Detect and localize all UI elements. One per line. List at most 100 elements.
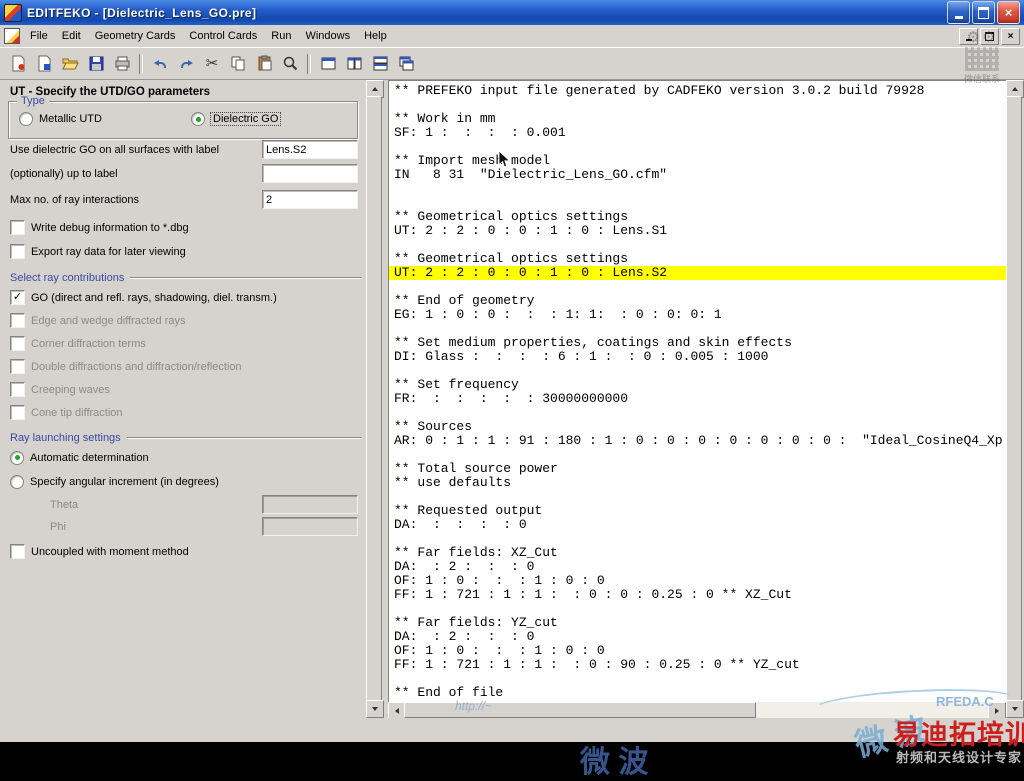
editor-line[interactable] [389, 98, 1007, 112]
menu-geometry-cards[interactable]: Geometry Cards [88, 27, 183, 45]
panel-scrollbar[interactable] [366, 80, 384, 718]
checkbox-icon[interactable] [10, 220, 25, 235]
up-to-input[interactable] [262, 164, 358, 183]
editor-line[interactable] [389, 182, 1007, 196]
editor-line[interactable]: FR: : : : : : 30000000000 [389, 392, 1007, 406]
editor-line[interactable]: DA: : 2 : : : 0 [389, 560, 1007, 574]
editor-line[interactable] [389, 490, 1007, 504]
scrollbar-thumb[interactable] [1006, 96, 1022, 702]
radio-icon[interactable] [10, 474, 24, 489]
pre-file-editor[interactable]: ** PREFEKO input file generated by CADFE… [388, 80, 1007, 706]
save-button[interactable] [84, 52, 108, 76]
editor-line[interactable]: DA: : 2 : : : 0 [389, 630, 1007, 644]
checkbox-icon[interactable] [10, 244, 25, 259]
new-file-button[interactable] [32, 52, 56, 76]
paste-button[interactable] [252, 52, 276, 76]
editor-line[interactable]: ** Geometrical optics settings [389, 252, 1007, 266]
editor-line-highlighted[interactable]: UT: 2 : 2 : 0 : 0 : 1 : 0 : Lens.S2 [389, 266, 1007, 280]
menu-windows[interactable]: Windows [298, 27, 357, 45]
radio-automatic-row[interactable]: Automatic determination [2, 448, 366, 467]
export-checkbox-row[interactable]: Export ray data for later viewing [2, 242, 366, 261]
editor-line[interactable]: DI: Glass : : : : 6 : 1 : : 0 : 0.005 : … [389, 350, 1007, 364]
max-interactions-input[interactable] [262, 190, 358, 209]
editor-line[interactable]: OF: 1 : 0 : : : 1 : 0 : 0 [389, 574, 1007, 588]
radio-metallic-utd[interactable]: Metallic UTD [19, 112, 102, 126]
scroll-down-button[interactable] [1006, 700, 1024, 718]
new-window-button[interactable] [316, 52, 340, 76]
editor-line[interactable]: OF: 1 : 0 : : : 1 : 0 : 0 [389, 644, 1007, 658]
titlebar[interactable]: EDITFEKO - [Dielectric_Lens_GO.pre] × [0, 0, 1024, 25]
tile-horizontal-button[interactable] [368, 52, 392, 76]
surfaces-input[interactable] [262, 140, 358, 159]
tile-vertical-button[interactable] [342, 52, 366, 76]
redo-button[interactable] [174, 52, 198, 76]
editor-line[interactable] [389, 532, 1007, 546]
mdi-minimize-button[interactable] [959, 28, 978, 45]
editor-line[interactable]: AR: 0 : 1 : 1 : 91 : 180 : 1 : 0 : 0 : 0… [389, 434, 1007, 448]
debug-checkbox-row[interactable]: Write debug information to *.dbg [2, 218, 366, 237]
editor-horizontal-scrollbar[interactable] [388, 702, 1006, 720]
radio-icon[interactable] [191, 112, 205, 126]
editor-line[interactable] [389, 322, 1007, 336]
editor-line[interactable]: ** Work in mm [389, 112, 1007, 126]
mdi-restore-button[interactable] [980, 28, 999, 45]
menu-help[interactable]: Help [357, 27, 394, 45]
checkbox-icon[interactable] [10, 544, 25, 559]
scroll-down-button[interactable] [366, 700, 384, 718]
editor-line[interactable]: ** Far fields: XZ_Cut [389, 546, 1007, 560]
editor-line[interactable]: FF: 1 : 721 : 1 : 1 : : 0 : 0 : 0.25 : 0… [389, 588, 1007, 602]
cut-button[interactable]: ✂ [200, 52, 224, 76]
mdi-close-button[interactable]: × [1001, 28, 1020, 45]
editor-line[interactable]: FF: 1 : 721 : 1 : 1 : : 0 : 90 : 0.25 : … [389, 658, 1007, 672]
document-icon[interactable] [4, 28, 20, 44]
print-button[interactable] [110, 52, 134, 76]
editor-line[interactable]: ** Total source power [389, 462, 1007, 476]
editor-line[interactable]: ** End of geometry [389, 294, 1007, 308]
editor-line[interactable]: DA: : : : : 0 [389, 518, 1007, 532]
menu-edit[interactable]: Edit [55, 27, 88, 45]
editor-line[interactable]: ** Import mesh model [389, 154, 1007, 168]
find-button[interactable] [278, 52, 302, 76]
undo-button[interactable] [148, 52, 172, 76]
scrollbar-thumb[interactable] [366, 96, 382, 702]
editor-line[interactable]: ** Far fields: YZ_cut [389, 616, 1007, 630]
editor-line[interactable]: ** Sources [389, 420, 1007, 434]
radio-specify-row[interactable]: Specify angular increment (in degrees) [2, 472, 366, 491]
editor-line[interactable]: ** use defaults [389, 476, 1007, 490]
radio-icon[interactable] [19, 112, 33, 126]
uncoupled-checkbox-row[interactable]: Uncoupled with moment method [2, 542, 366, 561]
open-button[interactable] [58, 52, 82, 76]
editor-vertical-scrollbar[interactable] [1006, 80, 1024, 718]
editor-line[interactable] [389, 238, 1007, 252]
radio-icon[interactable] [10, 450, 24, 465]
editor-line[interactable]: ** End of file [389, 686, 1007, 700]
editor-line[interactable] [389, 140, 1007, 154]
radio-dielectric-go[interactable]: Dielectric GO [191, 112, 282, 126]
editor-line[interactable] [389, 364, 1007, 378]
editor-line[interactable] [389, 602, 1007, 616]
editor-line[interactable] [389, 406, 1007, 420]
editor-line[interactable] [389, 672, 1007, 686]
maximize-button[interactable] [972, 1, 995, 24]
editor-line[interactable]: ** Requested output [389, 504, 1007, 518]
menu-run[interactable]: Run [264, 27, 298, 45]
cascade-button[interactable] [394, 52, 418, 76]
editor-line[interactable] [389, 448, 1007, 462]
editor-line[interactable]: UT: 2 : 2 : 0 : 0 : 1 : 0 : Lens.S1 [389, 224, 1007, 238]
editor-line[interactable]: ** Geometrical optics settings [389, 210, 1007, 224]
menu-control-cards[interactable]: Control Cards [182, 27, 264, 45]
editor-line[interactable]: SF: 1 : : : : 0.001 [389, 126, 1007, 140]
checkbox-checked-icon[interactable]: ✓ [10, 290, 25, 305]
minimize-button[interactable] [947, 1, 970, 24]
new-pre-file-button[interactable] [6, 52, 30, 76]
editor-line[interactable]: ** PREFEKO input file generated by CADFE… [389, 84, 1007, 98]
editor-line[interactable] [389, 196, 1007, 210]
go-rays-checkbox-row[interactable]: ✓ GO (direct and refl. rays, shadowing, … [2, 288, 366, 307]
editor-line[interactable]: EG: 1 : 0 : 0 : : : 1: 1: : 0 : 0: 0: 1 [389, 308, 1007, 322]
menu-file[interactable]: File [23, 27, 55, 45]
editor-line[interactable]: IN 8 31 "Dielectric_Lens_GO.cfm" [389, 168, 1007, 182]
close-button[interactable]: × [997, 1, 1020, 24]
editor-line[interactable]: ** Set medium properties, coatings and s… [389, 336, 1007, 350]
editor-line[interactable] [389, 280, 1007, 294]
editor-line[interactable]: ** Set frequency [389, 378, 1007, 392]
